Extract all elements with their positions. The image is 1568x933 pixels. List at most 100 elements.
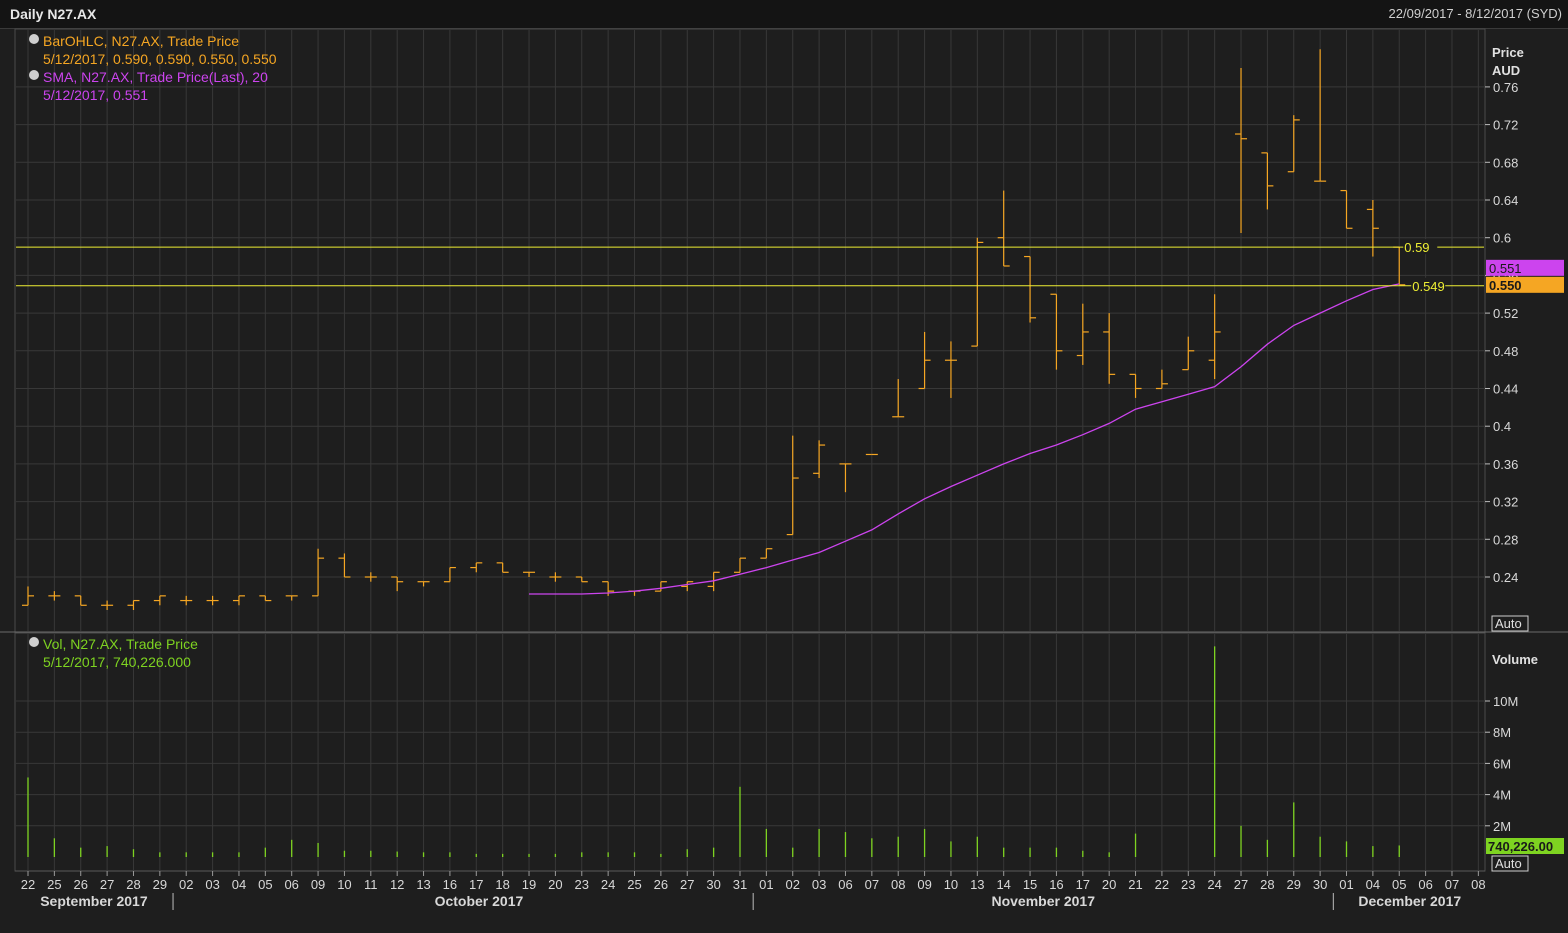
legend-toggle-icon[interactable] xyxy=(29,637,39,647)
y-tick-label: 0.72 xyxy=(1493,118,1518,133)
x-tick-label: 05 xyxy=(258,877,272,892)
sma-legend-label: SMA, N27.AX, Trade Price(Last), 20 xyxy=(43,69,268,85)
ohlc-legend[interactable]: BarOHLC, N27.AX, Trade Price 5/12/2017, … xyxy=(29,33,277,67)
x-tick-label: 02 xyxy=(179,877,193,892)
volume-tick-label: 2M xyxy=(1493,819,1511,834)
month-label: December 2017 xyxy=(1358,893,1461,909)
ohlc-bar xyxy=(74,595,87,606)
x-tick-label: 22 xyxy=(21,877,35,892)
volume-tick-label: 8M xyxy=(1493,725,1511,740)
volume-badge-text: 740,226.00 xyxy=(1488,839,1553,854)
x-tick-label: 03 xyxy=(812,877,826,892)
price-panel[interactable] xyxy=(14,28,1486,633)
x-tick-label: 06 xyxy=(838,877,852,892)
x-tick-label: 01 xyxy=(1339,877,1353,892)
x-tick-label: 04 xyxy=(1366,877,1380,892)
ohlc-bar xyxy=(1287,115,1300,173)
x-tick-label: 05 xyxy=(1392,877,1406,892)
volume-panel[interactable] xyxy=(14,632,1486,872)
ohlc-bar xyxy=(48,591,61,601)
hline-label: 0.549 xyxy=(1412,279,1445,294)
month-label: October 2017 xyxy=(435,893,524,909)
legend-toggle-icon[interactable] xyxy=(29,34,39,44)
ohlc-bar xyxy=(417,581,430,587)
vertical-gridlines xyxy=(27,30,1479,870)
volume-y-axis: 2M 4M 6M 8M 10M xyxy=(1485,694,1518,834)
ohlc-bar xyxy=(1208,294,1221,380)
x-tick-label: 16 xyxy=(1049,877,1063,892)
ohlc-bar xyxy=(681,581,694,592)
x-tick-label: 27 xyxy=(680,877,694,892)
x-tick-label: 10 xyxy=(944,877,958,892)
volume-legend-label: Vol, N27.AX, Trade Price xyxy=(43,636,198,652)
y-tick-label: 0.68 xyxy=(1493,155,1518,170)
volume-auto-label: Auto xyxy=(1495,856,1522,871)
x-tick-label: 20 xyxy=(1102,877,1116,892)
price-axis-unit: AUD xyxy=(1492,63,1520,78)
ohlc-bar xyxy=(1340,189,1353,229)
x-tick-label: 31 xyxy=(733,877,747,892)
ohlc-bar xyxy=(971,237,984,347)
ohlc-bar xyxy=(575,576,588,583)
sma-line xyxy=(529,283,1400,595)
price-auto-scale-button[interactable]: Auto xyxy=(1491,615,1529,632)
x-tick-label: 28 xyxy=(1260,877,1274,892)
x-tick-label: 27 xyxy=(1234,877,1248,892)
ohlc-bar xyxy=(654,581,667,592)
ohlc-bar xyxy=(813,440,826,479)
y-tick-label: 0.64 xyxy=(1493,193,1518,208)
ohlc-bar xyxy=(997,190,1010,267)
last-price-badge: 0.550 xyxy=(1486,276,1564,293)
volume-auto-scale-button[interactable]: Auto xyxy=(1491,855,1529,872)
x-tick-label: 28 xyxy=(126,877,140,892)
ohlc-bar xyxy=(206,595,219,606)
ohlc-bar xyxy=(733,557,746,573)
y-tick-label: 0.76 xyxy=(1493,80,1518,95)
x-axis-day-labels: 22 25 26 27 28 29 02 03 04 05 06 09 10 11 12 13 16 17 18 19… xyxy=(21,871,1486,892)
ohlc-legend-value: 5/12/2017, 0.590, 0.590, 0.550, 0.550 xyxy=(43,51,277,67)
ohlc-bar xyxy=(338,553,351,578)
x-tick-label: 23 xyxy=(1181,877,1195,892)
x-tick-label: 24 xyxy=(601,877,615,892)
ohlc-bar xyxy=(285,595,298,601)
x-tick-label: 27 xyxy=(100,877,114,892)
ohlc-bar xyxy=(1261,152,1274,210)
month-label: September 2017 xyxy=(40,893,148,909)
price-axis-title: Price xyxy=(1492,45,1524,60)
ohlc-bar xyxy=(180,595,193,606)
y-tick-label: 0.24 xyxy=(1493,570,1518,585)
ohlc-bar xyxy=(232,595,245,606)
y-tick-label: 0.6 xyxy=(1493,231,1511,246)
x-tick-label: 22 xyxy=(1155,877,1169,892)
y-tick-label: 0.4 xyxy=(1493,419,1511,434)
legend-toggle-icon[interactable] xyxy=(29,70,39,80)
y-tick-label: 0.48 xyxy=(1493,344,1518,359)
x-tick-label: 17 xyxy=(469,877,483,892)
ohlc-bar xyxy=(1129,373,1142,398)
ohlc-bar xyxy=(944,341,957,398)
ohlc-bar xyxy=(22,586,34,606)
ohlc-legend-label: BarOHLC, N27.AX, Trade Price xyxy=(43,33,239,49)
x-tick-label: 09 xyxy=(311,877,325,892)
x-tick-label: 25 xyxy=(47,877,61,892)
ohlc-bar xyxy=(1235,68,1248,233)
ohlc-bar xyxy=(101,600,114,610)
y-tick-label: 0.28 xyxy=(1493,532,1518,547)
x-tick-label: 17 xyxy=(1076,877,1090,892)
volume-gridlines xyxy=(16,700,1484,827)
x-tick-label: 13 xyxy=(970,877,984,892)
ohlc-bar xyxy=(364,572,377,582)
x-tick-label: 25 xyxy=(627,877,641,892)
x-tick-label: 06 xyxy=(1418,877,1432,892)
x-tick-label: 12 xyxy=(390,877,404,892)
hline-label: 0.59 xyxy=(1404,240,1429,255)
x-tick-label: 08 xyxy=(891,877,905,892)
ohlc-bar xyxy=(1366,200,1379,257)
sma-legend[interactable]: SMA, N27.AX, Trade Price(Last), 20 5/12/… xyxy=(29,69,268,103)
chart-canvas[interactable]: 0.59 0.549 0.24 0.28 0.32 0.36 0.4 0.44 0.48 0.5… xyxy=(0,0,1568,933)
ohlc-bar xyxy=(259,595,272,602)
x-tick-label: 07 xyxy=(1445,877,1459,892)
x-tick-label: 26 xyxy=(654,877,668,892)
x-tick-label: 18 xyxy=(495,877,509,892)
x-tick-label: 26 xyxy=(74,877,88,892)
